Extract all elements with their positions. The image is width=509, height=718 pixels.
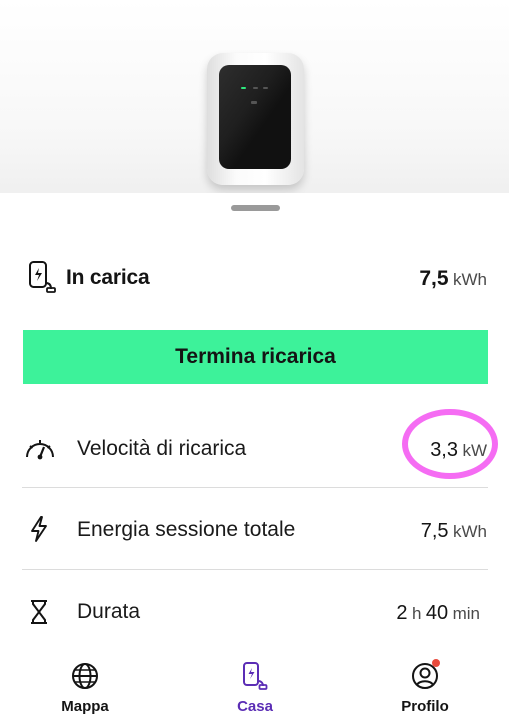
duration-hours-unit: h <box>411 604 422 623</box>
divider <box>22 569 488 570</box>
wallbox-face <box>219 65 291 169</box>
speedometer-icon <box>26 440 54 460</box>
duration-label: Durata <box>77 600 141 623</box>
value-highlight-circle <box>402 409 498 479</box>
energy-unit: kWh <box>453 270 487 289</box>
total-energy-label: Energia sessione totale <box>77 518 296 541</box>
nav-label-casa: Casa <box>237 698 273 715</box>
duration-hours: 2 <box>396 602 408 624</box>
session-energy-value: 7,5 kWh <box>419 267 487 291</box>
total-energy-value: 7,5 kWh <box>421 520 487 543</box>
notification-dot <box>432 659 440 667</box>
bottom-navigation: Mappa Casa Profilo <box>0 646 509 718</box>
stop-charging-button[interactable]: Termina ricarica <box>23 330 488 384</box>
home-charger-icon <box>243 662 268 690</box>
charger-image <box>0 0 509 196</box>
nav-item-casa[interactable]: Casa <box>200 646 310 718</box>
duration-minutes-unit: min <box>452 604 480 623</box>
brand-mark <box>251 101 257 104</box>
total-energy-unit: kWh <box>453 522 487 541</box>
nav-item-mappa[interactable]: Mappa <box>30 646 140 718</box>
duration-minutes: 40 <box>425 602 449 624</box>
led-indicator <box>263 87 268 89</box>
wallbox-device <box>207 53 304 185</box>
status-led <box>241 87 246 89</box>
nav-label-mappa: Mappa <box>61 698 109 715</box>
duration-value: 2 h 40 min <box>396 602 480 625</box>
charging-station-icon <box>29 261 56 293</box>
status-label: In carica <box>66 266 150 289</box>
total-energy-number: 7,5 <box>420 520 449 542</box>
nav-label-profilo: Profilo <box>401 698 449 715</box>
charging-status-row: In carica 7,5 kWh <box>0 258 509 298</box>
lightning-icon <box>31 516 47 542</box>
sheet-drag-handle[interactable] <box>231 205 280 211</box>
nav-item-profilo[interactable]: Profilo <box>370 646 480 718</box>
total-energy-row: Energia sessione totale 7,5 kWh <box>0 489 509 569</box>
led-indicator <box>253 87 258 89</box>
duration-row: Durata 2 h 40 min <box>0 571 509 651</box>
divider <box>22 487 488 488</box>
energy-number: 7,5 <box>419 267 449 290</box>
hourglass-icon <box>31 600 47 624</box>
charging-speed-label: Velocità di ricarica <box>77 437 247 460</box>
globe-icon <box>72 663 98 689</box>
